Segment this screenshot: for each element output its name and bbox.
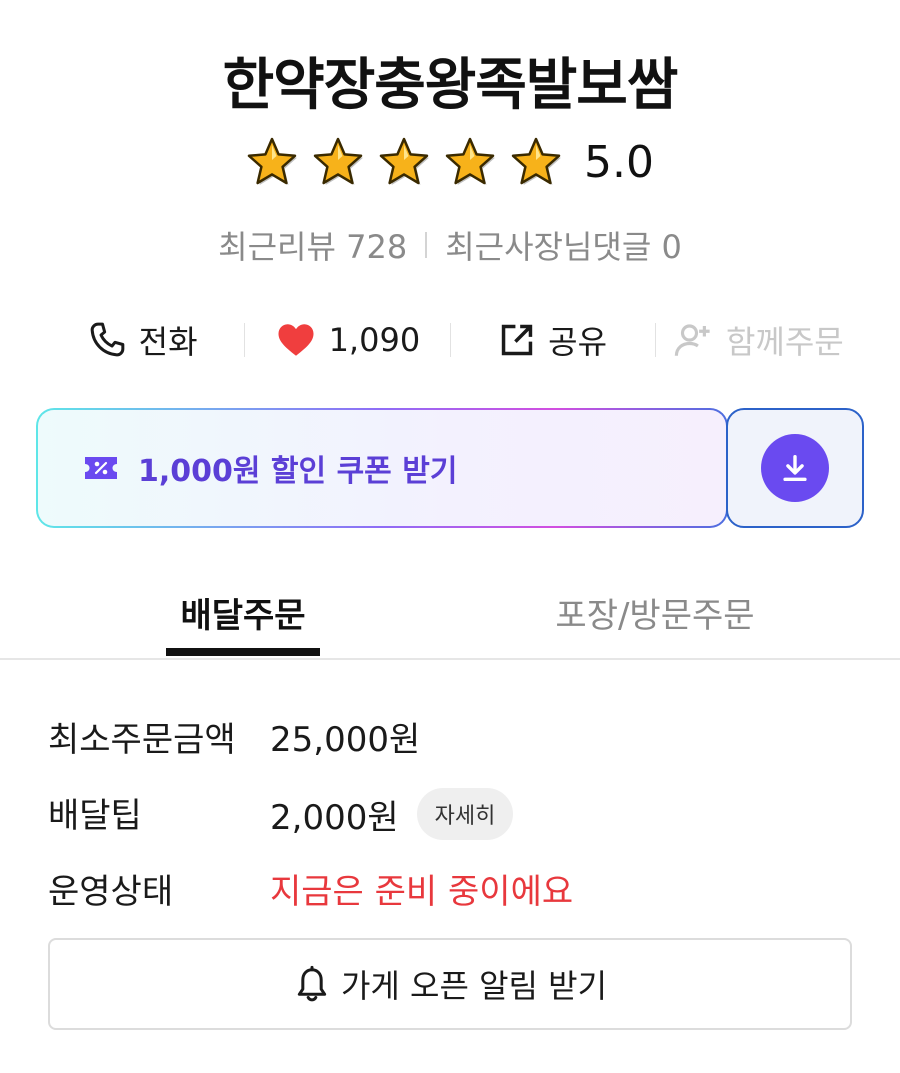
delivery-tip-amount: 2,000원 bbox=[270, 797, 399, 838]
store-info: 최소주문금액 25,000원 배달팁 2,000원 자세히 운영상태 지금은 준… bbox=[48, 704, 852, 932]
star-icon bbox=[313, 137, 363, 185]
heart-icon bbox=[278, 324, 314, 356]
min-order-amount: 25,000원 bbox=[270, 720, 421, 760]
tab-delivery-order[interactable]: 배달주문 bbox=[166, 588, 320, 637]
min-order-row: 최소주문금액 25,000원 bbox=[48, 704, 852, 780]
delivery-tip-value: 2,000원 자세히 bbox=[270, 788, 514, 840]
min-order-label: 최소주문금액 bbox=[48, 720, 236, 760]
recent-reviews-link[interactable]: 최근리뷰 728 bbox=[218, 222, 407, 268]
share-label: 공유 bbox=[548, 323, 608, 361]
coupon-ticket-icon bbox=[85, 457, 117, 479]
share-icon bbox=[501, 324, 533, 356]
delivery-tip-detail-button[interactable]: 자세히 bbox=[416, 788, 514, 840]
action-bar: 전화 1,090 공유 함께주문 bbox=[40, 312, 860, 368]
group-order-label: 함께주문 bbox=[725, 323, 844, 361]
star-icon bbox=[247, 137, 297, 185]
open-alert-label: 가게 오픈 알림 받기 bbox=[340, 967, 608, 1005]
status-row: 운영상태 지금은 준비 중이에요 bbox=[48, 856, 852, 932]
coupon-button[interactable]: 1,000원 할인 쿠폰 받기 bbox=[36, 408, 728, 528]
star-icon bbox=[379, 137, 429, 185]
delivery-tip-row: 배달팁 2,000원 자세히 bbox=[48, 780, 852, 856]
download-icon bbox=[783, 454, 807, 482]
open-alert-button[interactable]: 가게 오픈 알림 받기 bbox=[48, 938, 852, 1030]
add-person-icon bbox=[674, 324, 710, 356]
star-icon bbox=[445, 137, 495, 185]
phone-icon bbox=[90, 322, 125, 357]
status-value: 지금은 준비 중이에요 bbox=[270, 864, 573, 913]
call-label: 전화 bbox=[138, 323, 198, 361]
active-tab-indicator bbox=[166, 648, 320, 656]
bell-icon bbox=[297, 965, 327, 1002]
store-name: 한약장충왕족발보쌈 bbox=[222, 53, 679, 118]
min-order-value: 25,000원 bbox=[270, 712, 420, 761]
rating-stars bbox=[246, 136, 562, 188]
coupon-banner: 1,000원 할인 쿠폰 받기 bbox=[36, 408, 864, 528]
status-label: 운영상태 bbox=[48, 872, 174, 912]
star-icon bbox=[511, 137, 561, 185]
owner-replies-link[interactable]: 최근사장님댓글 0 bbox=[445, 222, 682, 268]
order-type-tabs: 배달주문 포장/방문주문 bbox=[0, 574, 900, 660]
review-meta: 최근리뷰 728 최근사장님댓글 0 bbox=[0, 222, 900, 268]
tab-pickup-visit-order[interactable]: 포장/방문주문 bbox=[520, 588, 790, 637]
call-button[interactable]: 전화 bbox=[40, 317, 244, 363]
coupon-label: 1,000원 할인 쿠폰 받기 bbox=[138, 454, 458, 489]
status-text: 지금은 준비 중이에요 bbox=[270, 872, 574, 912]
coupon-download-area bbox=[726, 408, 864, 528]
share-button[interactable]: 공유 bbox=[451, 317, 655, 363]
rating-row: 5.0 bbox=[0, 136, 900, 188]
like-count: 1,090 bbox=[328, 321, 421, 359]
divider bbox=[425, 232, 428, 258]
rating-score: 5.0 bbox=[584, 136, 654, 188]
coupon-download-button[interactable] bbox=[761, 434, 829, 502]
like-button[interactable]: 1,090 bbox=[245, 319, 449, 361]
delivery-tip-label: 배달팁 bbox=[48, 796, 142, 836]
group-order-button[interactable]: 함께주문 bbox=[656, 317, 860, 363]
